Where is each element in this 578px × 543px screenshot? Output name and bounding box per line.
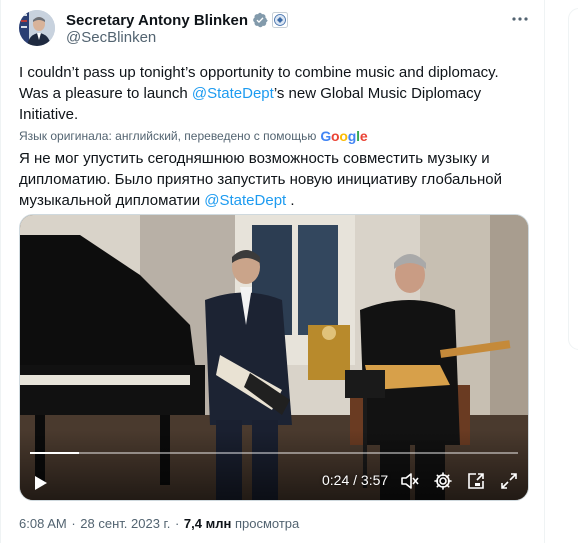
views-count: 7,4 млн (183, 516, 232, 531)
tweet-meta: 6:08 AM · 28 сент. 2023 г. · 7,4 млн про… (19, 516, 299, 531)
settings-gear-icon[interactable] (433, 471, 453, 491)
volume-muted-icon[interactable] (400, 471, 420, 491)
meta-separator-2: · (174, 516, 180, 531)
translated-text: Я не мог упустить сегодняшнюю возможност… (19, 148, 524, 211)
translated-text-part2: . (286, 192, 295, 209)
translation-note-label: Язык оригинала: английский, переведено с… (19, 129, 317, 143)
fullscreen-icon[interactable] (499, 471, 519, 491)
play-icon[interactable] (30, 473, 50, 493)
translation-note: Язык оригинала: английский, переведено с… (19, 128, 368, 144)
avatar[interactable] (19, 10, 55, 46)
views-label: просмотра (234, 516, 300, 531)
video-progress-fill (30, 452, 79, 454)
column-border-right (544, 0, 545, 543)
verified-badge-icon[interactable] (252, 12, 268, 28)
video-time-display: 0:24 / 3:57 (322, 472, 389, 488)
author-name-row: Secretary Antony Blinken (66, 10, 288, 30)
tweet-date[interactable]: 28 сент. 2023 г. (80, 516, 170, 531)
video-player[interactable]: 0:24 / 3:57 (19, 214, 529, 501)
column-border-left (0, 0, 1, 543)
tweet-time[interactable]: 6:08 AM (19, 516, 67, 531)
meta-separator: · (71, 516, 76, 531)
tweet-text: I couldn’t pass up tonight’s opportunity… (19, 62, 519, 125)
avatar-image (19, 10, 55, 46)
sidebar-panel-edge (568, 8, 578, 350)
mention-link[interactable]: @StateDept (192, 85, 274, 102)
picture-in-picture-icon[interactable] (466, 471, 486, 491)
video-progress-bar[interactable] (30, 452, 518, 454)
author-handle[interactable]: @SecBlinken (66, 29, 156, 46)
google-logo[interactable]: Google (320, 128, 367, 144)
translated-mention-link[interactable]: @StateDept (204, 192, 286, 209)
more-dots-icon[interactable] (510, 11, 530, 27)
video-frame (20, 215, 528, 500)
author-display-name[interactable]: Secretary Antony Blinken (66, 12, 248, 29)
government-affiliate-icon[interactable] (272, 12, 288, 28)
